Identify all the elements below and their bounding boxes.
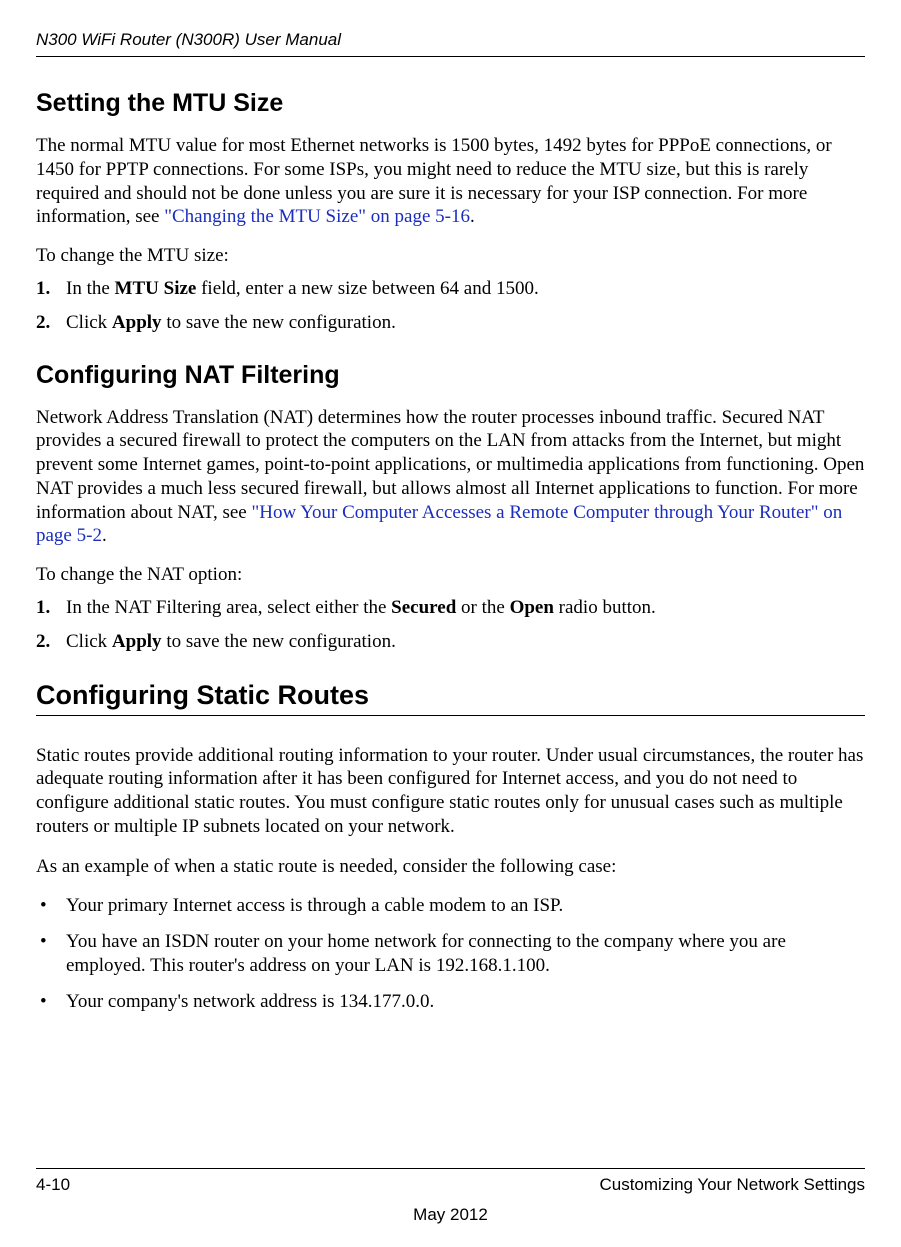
footer-date: May 2012 (36, 1205, 865, 1225)
step-text: field, enter a new size between 64 and 1… (196, 278, 538, 299)
step-bold: Open (510, 597, 554, 618)
static-paragraph-2: As an example of when a static route is … (36, 855, 865, 879)
page-number: 4-10 (36, 1175, 70, 1195)
static-bullets: Your primary Internet access is through … (36, 894, 865, 1013)
step-number: 2. (36, 630, 50, 654)
header-rule (36, 56, 865, 57)
nat-paragraph-end: . (102, 525, 107, 546)
nat-lead: To change the NAT option: (36, 564, 865, 586)
list-item: Your primary Internet access is through … (36, 894, 865, 918)
footer-rule (36, 1168, 865, 1169)
list-item: Your company's network address is 134.17… (36, 990, 865, 1014)
link-changing-mtu-size[interactable]: "Changing the MTU Size" on page 5-16 (164, 206, 470, 227)
heading-setting-mtu-size: Setting the MTU Size (36, 89, 865, 118)
step-text: In the NAT Filtering area, select either… (66, 597, 391, 618)
step-number: 2. (36, 311, 50, 335)
mtu-steps: 1. In the MTU Size field, enter a new si… (36, 277, 865, 335)
major-rule (36, 715, 865, 716)
step-text: to save the new configuration. (162, 312, 396, 333)
list-item: You have an ISDN router on your home net… (36, 930, 865, 978)
heading-configuring-nat-filtering: Configuring NAT Filtering (36, 361, 865, 390)
step-bold: MTU Size (115, 278, 197, 299)
step-bold: Secured (391, 597, 456, 618)
step-text: or the (456, 597, 509, 618)
nat-paragraph: Network Address Translation (NAT) determ… (36, 406, 865, 549)
mtu-lead: To change the MTU size: (36, 245, 865, 267)
step-text: Click (66, 631, 112, 652)
nat-step-1: 1. In the NAT Filtering area, select eit… (36, 596, 865, 620)
nat-steps: 1. In the NAT Filtering area, select eit… (36, 596, 865, 654)
step-text: to save the new configuration. (162, 631, 396, 652)
nat-step-2: 2. Click Apply to save the new configura… (36, 630, 865, 654)
step-number: 1. (36, 596, 50, 620)
static-paragraph-1: Static routes provide additional routing… (36, 744, 865, 839)
page-footer: 4-10 Customizing Your Network Settings M… (36, 1168, 865, 1225)
mtu-paragraph: The normal MTU value for most Ethernet n… (36, 134, 865, 229)
chapter-title: Customizing Your Network Settings (599, 1175, 865, 1195)
mtu-step-2: 2. Click Apply to save the new configura… (36, 311, 865, 335)
running-header: N300 WiFi Router (N300R) User Manual (36, 30, 865, 50)
step-text: In the (66, 278, 115, 299)
mtu-paragraph-end: . (470, 206, 475, 227)
step-bold: Apply (112, 631, 162, 652)
step-bold: Apply (112, 312, 162, 333)
step-number: 1. (36, 277, 50, 301)
heading-configuring-static-routes: Configuring Static Routes (36, 680, 865, 711)
step-text: Click (66, 312, 112, 333)
step-text: radio button. (554, 597, 656, 618)
mtu-step-1: 1. In the MTU Size field, enter a new si… (36, 277, 865, 301)
